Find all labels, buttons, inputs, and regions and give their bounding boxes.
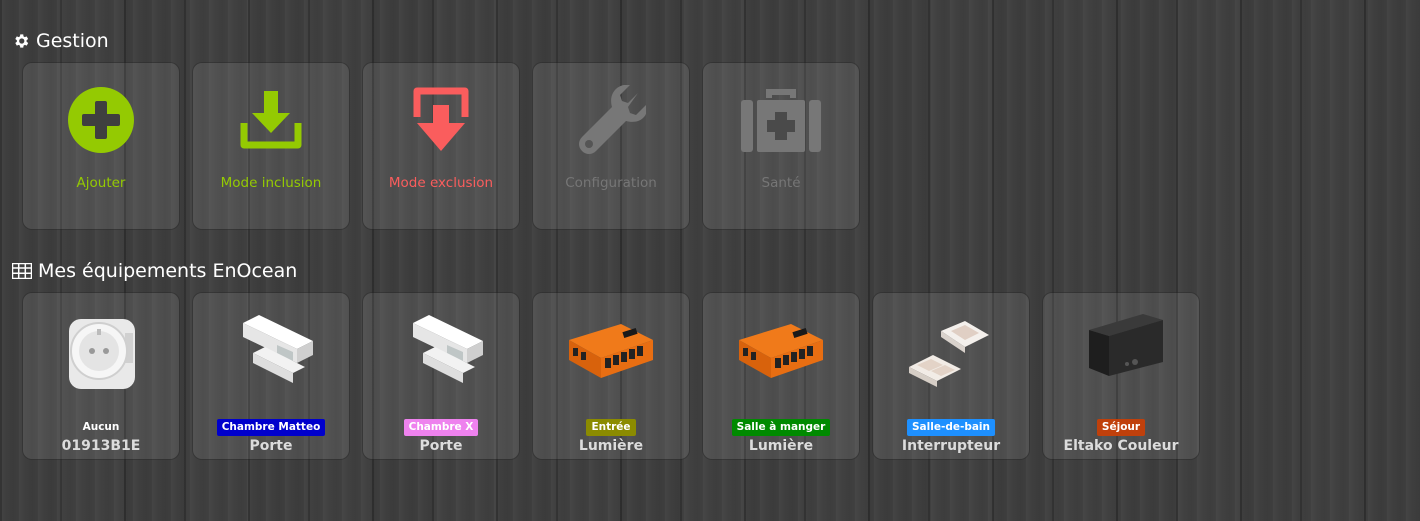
download-icon [240, 65, 302, 175]
door-sensor-image [363, 293, 519, 405]
device-card[interactable]: Chambre X Porte [362, 292, 520, 460]
exclusion-icon [411, 65, 471, 175]
health-label: Santé [761, 175, 801, 191]
room-badge: Salle-de-bain [907, 419, 995, 436]
configuration-label: Configuration [565, 175, 657, 191]
wrench-icon [576, 65, 646, 175]
equipements-row: Aucun 01913B1E Chambre Matteo Porte Cham… [22, 292, 1200, 460]
device-name: Porte [249, 438, 293, 454]
room-badge: Chambre Matteo [216, 419, 326, 436]
plug-socket-image [23, 293, 179, 405]
plus-circle-icon [68, 65, 134, 175]
gear-icon [12, 32, 30, 50]
equipements-title: Mes équipements EnOcean [38, 260, 298, 282]
room-badge: Séjour [1096, 419, 1146, 436]
device-card[interactable]: Entrée Lumière [532, 292, 690, 460]
room-badge: Chambre X [403, 419, 479, 436]
door-sensor-image [193, 293, 349, 405]
room-badge: Aucun [82, 421, 120, 433]
configuration-button[interactable]: Configuration [532, 62, 690, 230]
room-badge: Entrée [586, 419, 636, 436]
gestion-heading: Gestion [12, 30, 109, 52]
equipements-heading: Mes équipements EnOcean [12, 260, 297, 282]
gestion-title: Gestion [36, 30, 109, 52]
wall-switch-image [873, 293, 1029, 405]
add-button[interactable]: Ajouter [22, 62, 180, 230]
device-name: Porte [419, 438, 463, 454]
table-icon [12, 263, 32, 279]
exclusion-mode-button[interactable]: Mode exclusion [362, 62, 520, 230]
device-name: Eltako Couleur [1063, 438, 1179, 454]
relay-module-image [703, 293, 859, 405]
inclusion-mode-button[interactable]: Mode inclusion [192, 62, 350, 230]
device-card[interactable]: Séjour Eltako Couleur [1042, 292, 1200, 460]
device-card[interactable]: Aucun 01913B1E [22, 292, 180, 460]
gestion-row: Ajouter Mode inclusion Mode exclusion Co… [22, 62, 860, 230]
device-name: 01913B1E [61, 438, 141, 454]
room-badge: Salle à manger [731, 419, 831, 436]
device-card[interactable]: Salle-de-bain Interrupteur [872, 292, 1030, 460]
eltako-box-image [1043, 293, 1199, 405]
health-button[interactable]: Santé [702, 62, 860, 230]
first-aid-kit-icon [741, 65, 821, 175]
device-name: Interrupteur [901, 438, 1001, 454]
device-card[interactable]: Chambre Matteo Porte [192, 292, 350, 460]
exclusion-label: Mode exclusion [388, 175, 494, 191]
device-name: Lumière [578, 438, 644, 454]
device-card[interactable]: Salle à manger Lumière [702, 292, 860, 460]
relay-module-image [533, 293, 689, 405]
add-label: Ajouter [76, 175, 126, 191]
inclusion-label: Mode inclusion [220, 175, 322, 191]
device-name: Lumière [748, 438, 814, 454]
